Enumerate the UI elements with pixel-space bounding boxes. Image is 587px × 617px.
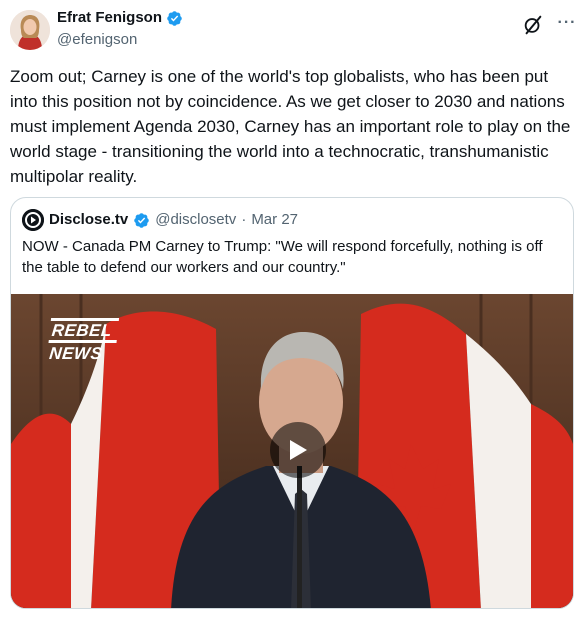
play-icon (290, 440, 307, 460)
tweet-text: Zoom out; Carney is one of the world's t… (10, 67, 576, 186)
quoted-tweet[interactable]: Disclose.tv @disclosetv · Mar 27 NOW - C… (10, 197, 574, 609)
quote-header: Disclose.tv @disclosetv · Mar 27 (22, 209, 298, 231)
play-button[interactable] (270, 422, 326, 478)
disclose-logo-icon[interactable] (22, 209, 44, 231)
quote-date[interactable]: Mar 27 (251, 210, 298, 230)
watermark-line-1: REBEL (48, 318, 120, 343)
quote-author-name[interactable]: Disclose.tv (49, 210, 128, 230)
quote-text: NOW - Canada PM Carney to Trump: "We wil… (22, 238, 543, 276)
author-handle[interactable]: @efenigson (57, 30, 137, 50)
author-name[interactable]: Efrat Fenigson (57, 8, 162, 28)
verified-badge-icon (166, 10, 183, 27)
tweet: Efrat Fenigson @efenigson ··· Zoom out; … (0, 0, 587, 617)
avatar[interactable] (10, 10, 50, 50)
quote-author-handle[interactable]: @disclosetv (155, 210, 236, 230)
quote-separator: · (241, 211, 247, 228)
author-name-row[interactable]: Efrat Fenigson (57, 8, 183, 28)
video-player[interactable]: REBEL NEWS (11, 294, 573, 608)
watermark-line-2: NEWS (48, 344, 104, 363)
grok-icon[interactable] (522, 14, 544, 36)
verified-badge-icon (133, 212, 150, 229)
rebel-news-watermark: REBEL NEWS (47, 318, 120, 363)
more-icon[interactable]: ··· (556, 12, 578, 34)
